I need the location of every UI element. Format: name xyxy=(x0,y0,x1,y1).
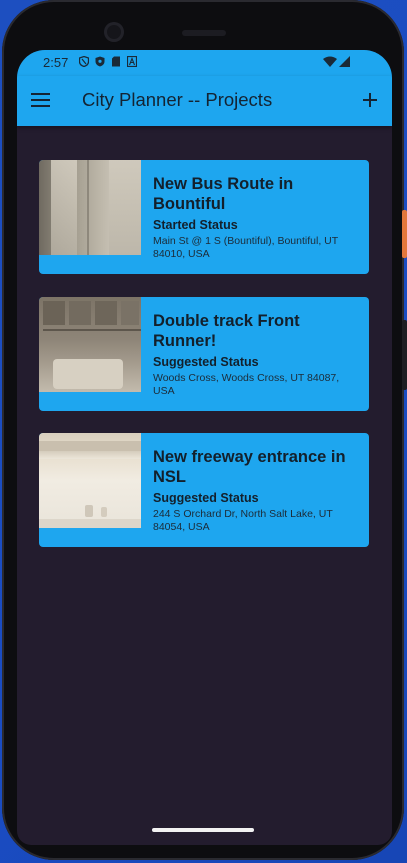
project-title: Double track Front Runner! xyxy=(153,312,300,350)
earpiece-speaker xyxy=(182,30,226,36)
home-indicator[interactable] xyxy=(152,828,254,832)
project-address: Main St @ 1 S (Bountiful), Bountiful, UT… xyxy=(153,235,338,260)
shield-icon xyxy=(95,56,105,67)
sd-card-icon xyxy=(112,56,120,67)
status-bar: 2:57 xyxy=(17,50,392,76)
project-thumbnail xyxy=(39,433,141,528)
front-camera xyxy=(104,22,124,42)
project-address: Woods Cross, Woods Cross, UT 84087, USA xyxy=(153,372,340,397)
status-time: 2:57 xyxy=(43,55,69,70)
volume-button[interactable] xyxy=(402,320,407,390)
project-title: New freeway entrance in NSL xyxy=(153,448,346,486)
project-status: Started Status xyxy=(153,218,238,232)
project-card[interactable]: New freeway entrance in NSL Suggested St… xyxy=(39,433,369,547)
project-status: Suggested Status xyxy=(153,355,259,369)
project-status: Suggested Status xyxy=(153,491,259,505)
signal-icon xyxy=(339,56,350,67)
project-card[interactable]: Double track Front Runner! Suggested Sta… xyxy=(39,297,369,411)
project-card[interactable]: New Bus Route in Bountiful Started Statu… xyxy=(39,160,369,274)
vpn-shield-icon xyxy=(79,56,89,67)
a-icon xyxy=(127,56,137,67)
project-details: New freeway entrance in NSL Suggested St… xyxy=(153,447,361,534)
plus-icon[interactable] xyxy=(358,88,382,112)
project-thumbnail xyxy=(39,297,141,392)
app-bar: City Planner -- Projects xyxy=(17,76,392,126)
page-title: City Planner -- Projects xyxy=(82,89,273,110)
hamburger-menu-icon[interactable] xyxy=(31,93,51,109)
project-thumbnail xyxy=(39,160,141,255)
screen: 2:57 City Planner -- Projects New Bus Ro… xyxy=(17,50,392,845)
phone-frame: 2:57 City Planner -- Projects New Bus Ro… xyxy=(2,0,407,860)
project-details: Double track Front Runner! Suggested Sta… xyxy=(153,311,361,398)
power-button[interactable] xyxy=(402,210,407,258)
project-address: 244 S Orchard Dr, North Salt Lake, UT 84… xyxy=(153,508,333,533)
project-details: New Bus Route in Bountiful Started Statu… xyxy=(153,174,361,261)
wifi-icon xyxy=(323,56,337,67)
project-title: New Bus Route in Bountiful xyxy=(153,175,294,213)
